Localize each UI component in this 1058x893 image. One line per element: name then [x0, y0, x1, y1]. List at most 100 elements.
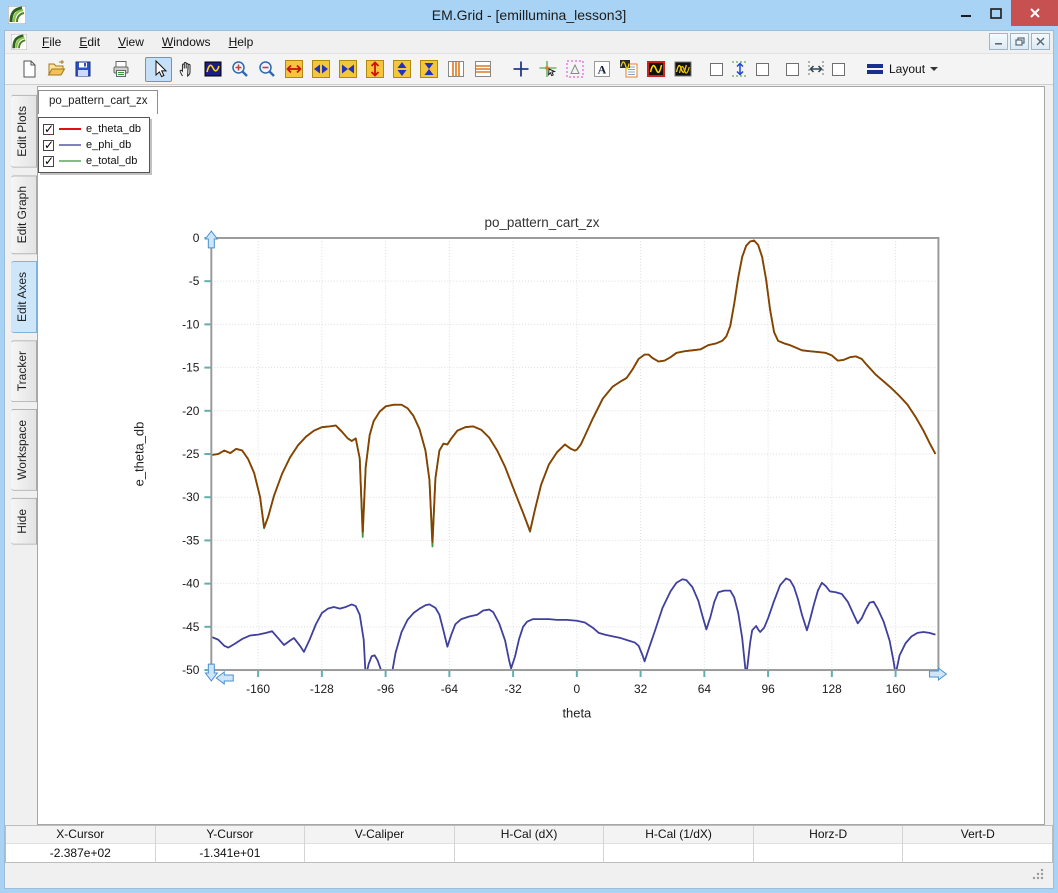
svg-text:-64: -64	[441, 682, 459, 696]
pointer-tool-icon[interactable]	[145, 57, 172, 82]
child-restore-button[interactable]	[1010, 33, 1029, 50]
text-annotation-icon[interactable]: A	[588, 57, 615, 82]
legend-checkbox-e-phi-db[interactable]	[43, 140, 54, 151]
expand-y-icon[interactable]	[361, 57, 388, 82]
status-header: Vert-D	[903, 826, 1052, 844]
crosshair-icon[interactable]	[507, 57, 534, 82]
toolbar: A Layout	[5, 54, 1053, 85]
svg-text:-35: -35	[182, 533, 200, 547]
status-value	[604, 844, 753, 862]
expand-x-icon[interactable]	[280, 57, 307, 82]
data-report-icon[interactable]	[615, 57, 642, 82]
layout-icon	[866, 62, 884, 76]
svg-text:0: 0	[574, 682, 581, 696]
legend-label: e_theta_db	[86, 123, 141, 135]
legend-label: e_total_db	[86, 155, 137, 167]
svg-text:64: 64	[698, 682, 712, 696]
pan-hand-icon[interactable]	[172, 57, 199, 82]
sidebar-tabs: Edit Plots Edit Graph Edit Axes Tracker …	[5, 86, 37, 825]
legend-checkbox-e-theta-db[interactable]	[43, 124, 54, 135]
menu-edit[interactable]: Edit	[70, 32, 109, 52]
arrows-out-x-icon[interactable]	[307, 57, 334, 82]
menu-help[interactable]: Help	[220, 32, 263, 52]
zoom-out-icon[interactable]	[253, 57, 280, 82]
svg-text:-32: -32	[504, 682, 522, 696]
sidebar-tab-edit-graph[interactable]: Edit Graph	[11, 175, 37, 254]
horizontal-sections-icon[interactable]	[469, 57, 496, 82]
plot-workspace: po_pattern_cart_zx e_theta_db e_phi_db	[37, 86, 1045, 825]
new-document-icon[interactable]	[15, 57, 42, 82]
collapse-x-icon[interactable]	[334, 57, 361, 82]
status-header: Y-Cursor	[156, 826, 305, 844]
save-icon[interactable]	[69, 57, 96, 82]
window-title: EM.Grid - [emillumina_lesson3]	[0, 7, 1058, 23]
svg-text:-30: -30	[182, 490, 200, 504]
zoom-region-icon[interactable]	[199, 57, 226, 82]
status-header: V-Caliper	[305, 826, 454, 844]
window-minimize-button[interactable]	[951, 0, 981, 26]
status-bar: X-Cursor -2.387e+02 Y-Cursor -1.341e+01 …	[5, 825, 1053, 863]
status-col-h-cal-1dx: H-Cal (1/dX)	[604, 826, 754, 862]
graph-window-icon[interactable]	[642, 57, 669, 82]
status-header: H-Cal (dX)	[455, 826, 604, 844]
sidebar-tab-hide[interactable]: Hide	[11, 498, 37, 545]
status-value	[754, 844, 903, 862]
arrows-out-y-icon[interactable]	[388, 57, 415, 82]
chart-canvas[interactable]: -160-128-96-64-3203264961281600-5-10-15-…	[38, 87, 1044, 824]
print-icon[interactable]	[107, 57, 134, 82]
menu-windows[interactable]: Windows	[153, 32, 220, 52]
menu-bar: File Edit View Windows Help	[5, 31, 1053, 54]
sidebar-tab-edit-axes[interactable]: Edit Axes	[11, 261, 37, 333]
zoom-in-icon[interactable]	[226, 57, 253, 82]
overlay-graphs-icon[interactable]	[669, 57, 696, 82]
legend-item-e-theta-db[interactable]: e_theta_db	[43, 121, 145, 137]
status-value	[455, 844, 604, 862]
resize-grip[interactable]	[1029, 867, 1045, 886]
svg-text:-5: -5	[189, 274, 200, 288]
fit-vertical-right-checkbox[interactable]	[756, 63, 769, 76]
status-col-vert-d: Vert-D	[903, 826, 1052, 862]
fit-horizontal-icon[interactable]	[802, 57, 829, 82]
child-close-button[interactable]	[1031, 33, 1050, 50]
client-frame: File Edit View Windows Help	[4, 30, 1054, 889]
sidebar-tab-workspace[interactable]: Workspace	[11, 409, 37, 491]
window-maximize-button[interactable]	[981, 0, 1011, 26]
child-minimize-button[interactable]	[989, 33, 1008, 50]
sidebar-tab-tracker[interactable]: Tracker	[11, 340, 37, 402]
status-header: Horz-D	[754, 826, 903, 844]
caliper-triangle-icon[interactable]	[561, 57, 588, 82]
menu-view[interactable]: View	[109, 32, 153, 52]
svg-text:po_pattern_cart_zx: po_pattern_cart_zx	[485, 215, 600, 230]
menu-file[interactable]: File	[33, 32, 70, 52]
tracker-cursor-icon[interactable]	[534, 57, 561, 82]
vertical-sections-icon[interactable]	[442, 57, 469, 82]
fit-vertical-left-checkbox[interactable]	[710, 63, 723, 76]
layout-menu-button[interactable]: Layout	[859, 59, 945, 79]
status-value: -1.341e+01	[156, 844, 305, 862]
document-tab[interactable]: po_pattern_cart_zx	[38, 90, 158, 114]
legend-swatch-e-theta-db	[59, 128, 81, 130]
svg-text:32: 32	[634, 682, 648, 696]
fit-horizontal-right-checkbox[interactable]	[832, 63, 845, 76]
status-value	[903, 844, 1052, 862]
svg-text:-45: -45	[182, 620, 200, 634]
svg-text:theta: theta	[562, 706, 592, 721]
status-header: H-Cal (1/dX)	[604, 826, 753, 844]
legend-label: e_phi_db	[86, 139, 131, 151]
legend-checkbox-e-total-db[interactable]	[43, 156, 54, 167]
legend-swatch-e-phi-db	[59, 144, 81, 146]
open-file-icon[interactable]	[42, 57, 69, 82]
sidebar-tab-edit-plots[interactable]: Edit Plots	[11, 95, 37, 168]
collapse-y-icon[interactable]	[415, 57, 442, 82]
svg-text:160: 160	[886, 682, 906, 696]
legend-item-e-total-db[interactable]: e_total_db	[43, 153, 145, 169]
svg-text:-128: -128	[310, 682, 334, 696]
fit-vertical-icon[interactable]	[726, 57, 753, 82]
svg-text:96: 96	[761, 682, 775, 696]
bottom-strip	[5, 863, 1053, 888]
legend-swatch-e-total-db	[59, 160, 81, 162]
svg-text:-20: -20	[182, 404, 200, 418]
legend-item-e-phi-db[interactable]: e_phi_db	[43, 137, 145, 153]
window-close-button[interactable]	[1011, 0, 1058, 26]
fit-horizontal-left-checkbox[interactable]	[786, 63, 799, 76]
